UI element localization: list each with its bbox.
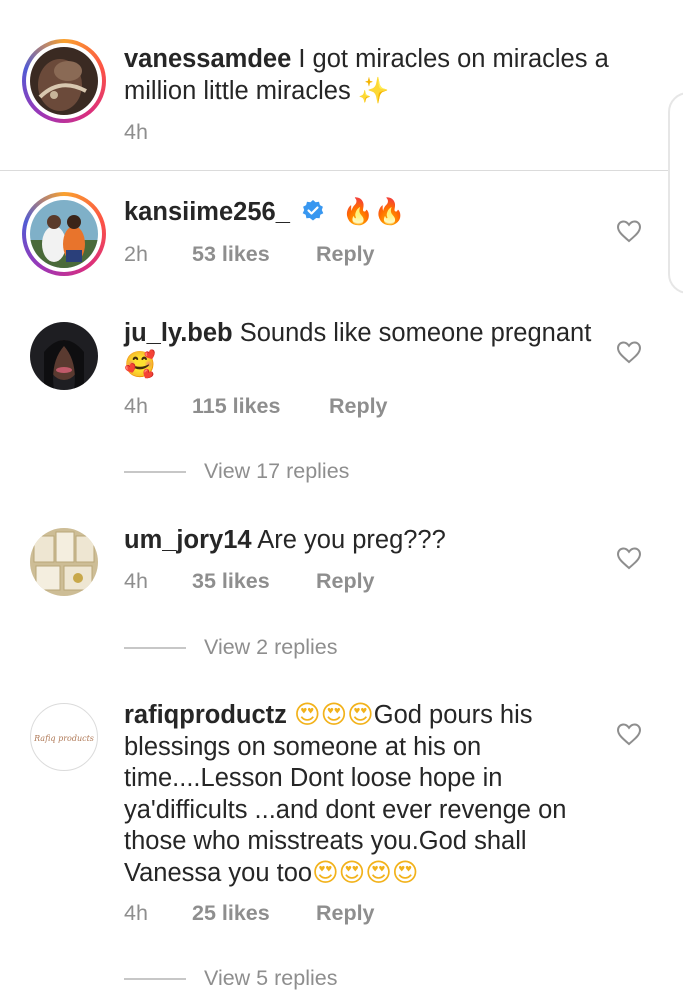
edge-panel — [668, 92, 683, 294]
username[interactable]: vanessamdee — [124, 45, 291, 73]
comment-meta: 4h 25 likes Reply — [124, 899, 375, 927]
likes-count[interactable]: 25 likes — [192, 899, 310, 927]
comment-body: Are you preg??? — [257, 526, 446, 554]
comment-text: rafiqproductz 😍😍😍God pours his blessings… — [124, 700, 594, 889]
rafiq-logo: Rafiq products — [33, 734, 94, 743]
timestamp: 2h — [124, 242, 148, 266]
heart-eyes-emoji: 😍😍😍😍 — [312, 857, 419, 888]
username[interactable]: ju_ly.beb — [124, 319, 233, 347]
comment-text: kansiime256_ 🔥🔥 — [124, 197, 624, 229]
smiling-face-with-hearts-emoji: 🥰 — [124, 349, 156, 380]
comment-meta: 4h — [124, 118, 148, 146]
username[interactable]: um_jory14 — [124, 526, 252, 554]
view-replies-button[interactable]: View 17 replies — [124, 457, 349, 485]
timestamp: 4h — [124, 569, 148, 593]
replies-line — [124, 647, 186, 650]
timestamp: 4h — [124, 901, 148, 925]
timestamp: 4h — [124, 120, 148, 144]
divider — [0, 170, 683, 171]
heart-outline-icon[interactable] — [616, 722, 642, 746]
comment-text: ju_ly.beb Sounds like someone pregnant 🥰 — [124, 318, 624, 381]
likes-count[interactable]: 53 likes — [192, 240, 310, 268]
view-replies-button[interactable]: View 5 replies — [124, 964, 337, 992]
heart-outline-icon[interactable] — [616, 219, 642, 243]
svg-text:Rafiq products: Rafiq products — [33, 734, 94, 743]
comment-body: Sounds like someone pregnant — [239, 319, 592, 347]
comment-meta: 2h 53 likes Reply — [124, 240, 375, 268]
replies-line — [124, 471, 186, 474]
heart-outline-icon[interactable] — [616, 340, 642, 364]
replies-line — [124, 978, 186, 981]
avatar[interactable] — [22, 192, 106, 276]
heart-eyes-emoji: 😍😍😍 — [294, 700, 374, 730]
username[interactable]: kansiime256_ — [124, 198, 290, 226]
fire-emoji: 🔥🔥 — [342, 197, 406, 227]
username[interactable]: rafiqproductz — [124, 701, 287, 729]
view-replies-button[interactable]: View 2 replies — [124, 633, 337, 661]
caption-text: vanessamdee I got miracles on miracles a… — [124, 44, 624, 107]
comment-meta: 4h 115 likes Reply — [124, 392, 388, 420]
comment-text: um_jory14 Are you preg??? — [124, 525, 624, 557]
heart-outline-icon[interactable] — [616, 546, 642, 570]
verified-badge-icon — [302, 200, 324, 221]
reply-button[interactable]: Reply — [316, 567, 375, 595]
reply-button[interactable]: Reply — [316, 899, 375, 927]
reply-button[interactable]: Reply — [329, 392, 388, 420]
avatar[interactable] — [30, 528, 98, 596]
likes-count[interactable]: 35 likes — [192, 567, 310, 595]
avatar[interactable] — [22, 39, 106, 123]
sparkles-emoji: ✨ — [357, 75, 390, 106]
reply-button[interactable]: Reply — [316, 240, 375, 268]
timestamp: 4h — [124, 394, 148, 418]
avatar[interactable] — [30, 322, 98, 390]
avatar[interactable]: Rafiq products — [30, 703, 98, 771]
likes-count[interactable]: 115 likes — [192, 392, 323, 420]
comment-meta: 4h 35 likes Reply — [124, 567, 375, 595]
